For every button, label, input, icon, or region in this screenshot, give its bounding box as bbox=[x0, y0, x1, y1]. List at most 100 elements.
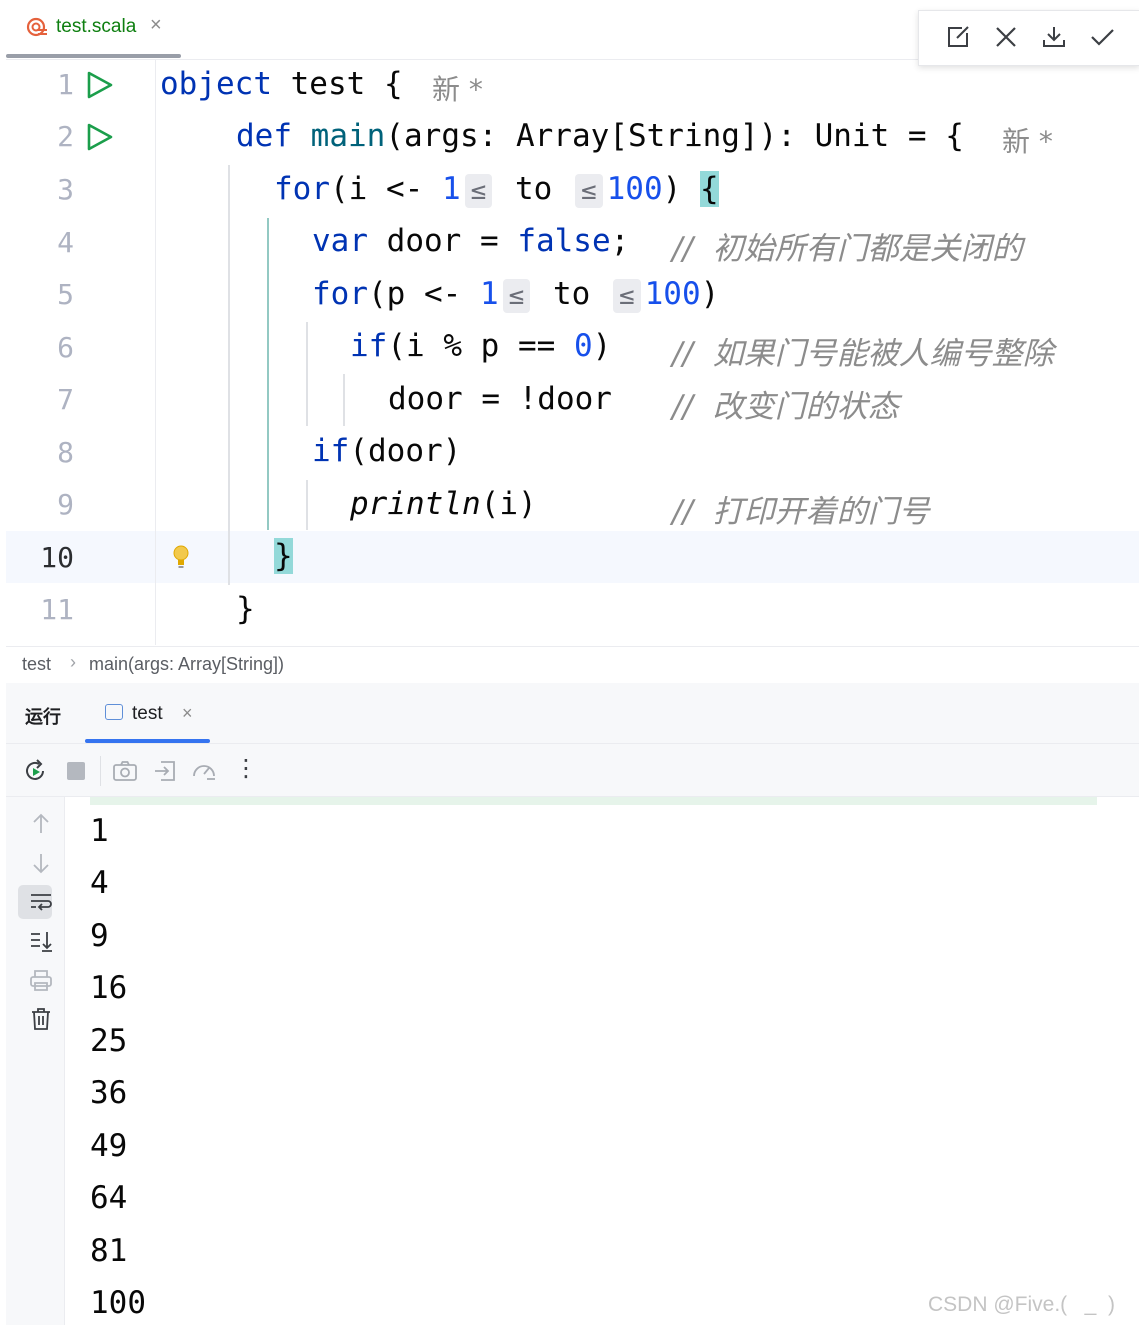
watermark: CSDN @Five.( _ ) bbox=[928, 1293, 1116, 1316]
line-number[interactable]: 4 bbox=[8, 226, 74, 259]
code-line-4[interactable]: var door = false; bbox=[312, 223, 629, 259]
code-line-3[interactable]: for(i <- 1 ≤ to ≤100) { bbox=[274, 171, 719, 208]
code-text: ) bbox=[700, 276, 720, 312]
code-line-6[interactable]: if(i % p == 0) bbox=[350, 328, 611, 364]
code-text: ) bbox=[592, 328, 612, 364]
indent-guide bbox=[228, 165, 230, 585]
line-number[interactable]: 8 bbox=[8, 436, 74, 469]
console-line: 64 bbox=[90, 1180, 128, 1216]
matched-brace: { bbox=[699, 171, 719, 207]
indent-guide bbox=[343, 374, 345, 426]
editor-tab-test-scala[interactable]: test.scala × bbox=[6, 0, 181, 58]
console-line: 25 bbox=[90, 1023, 128, 1059]
breadcrumb-item-main[interactable]: main(args: Array[String]) bbox=[89, 654, 284, 675]
code-line-1[interactable]: object test { bbox=[160, 66, 403, 102]
line-number-active[interactable]: 10 bbox=[8, 541, 74, 574]
run-tab-label: test bbox=[132, 703, 163, 724]
code-comment: // 如果门号能被人编号整除 bbox=[672, 336, 1054, 372]
stop-icon[interactable] bbox=[63, 758, 89, 784]
inlay-hint: ≤ bbox=[574, 174, 603, 208]
code-line-11[interactable]: } bbox=[236, 591, 255, 627]
function-call: println bbox=[350, 486, 481, 522]
code-line-8[interactable]: if(door) bbox=[312, 433, 461, 469]
check-icon[interactable] bbox=[1089, 24, 1115, 50]
code-line-10[interactable]: } bbox=[274, 538, 293, 574]
download-icon[interactable] bbox=[1041, 24, 1067, 50]
keyword: object bbox=[160, 66, 272, 102]
code-line-7[interactable]: door = !door bbox=[388, 381, 612, 417]
rerun-icon[interactable] bbox=[22, 758, 48, 784]
console-side-toolbar bbox=[6, 797, 65, 1325]
code-text: to bbox=[496, 171, 571, 207]
lightbulb-icon[interactable] bbox=[170, 543, 192, 571]
keyword: false bbox=[517, 223, 611, 259]
print-icon[interactable] bbox=[28, 967, 54, 993]
more-icon[interactable]: ⋮ bbox=[234, 754, 258, 782]
code-line-5[interactable]: for(p <- 1 ≤ to ≤100) bbox=[312, 276, 719, 313]
author-inlay-hint[interactable]: 新 * bbox=[1002, 120, 1053, 160]
console-tab-icon bbox=[105, 704, 123, 720]
code-text: (i <- bbox=[330, 171, 442, 207]
console-output[interactable] bbox=[65, 797, 1139, 1325]
code-text: (i) bbox=[480, 486, 537, 522]
run-tab-close-icon[interactable]: × bbox=[182, 703, 193, 724]
keyword: def bbox=[236, 118, 292, 154]
console-line: 4 bbox=[90, 865, 109, 901]
code-line-9[interactable]: println(i) bbox=[350, 486, 537, 522]
console-line: 100 bbox=[90, 1285, 146, 1321]
author-inlay-hint[interactable]: 新 * bbox=[432, 68, 483, 108]
number: 100 bbox=[606, 171, 663, 207]
keyword: if bbox=[350, 328, 388, 364]
trash-icon[interactable] bbox=[28, 1006, 54, 1032]
console-line: 81 bbox=[90, 1233, 128, 1269]
profiler-icon[interactable] bbox=[191, 758, 217, 784]
scroll-to-end-icon[interactable] bbox=[28, 928, 54, 954]
console-status-stripe bbox=[90, 797, 1097, 805]
code-text: to bbox=[534, 276, 609, 312]
tab-active-underline bbox=[6, 54, 181, 58]
up-arrow-icon[interactable] bbox=[28, 811, 54, 837]
number: 0 bbox=[573, 328, 593, 364]
code-line-2[interactable]: def main(args: Array[String]): Unit = { bbox=[236, 118, 964, 154]
run-gutter-icon[interactable] bbox=[85, 122, 115, 152]
code-comment: // 初始所有门都是关闭的 bbox=[672, 231, 1023, 267]
line-number[interactable]: 6 bbox=[8, 331, 74, 364]
number: 1 bbox=[479, 276, 499, 312]
keyword: var bbox=[312, 223, 368, 259]
down-arrow-icon[interactable] bbox=[28, 850, 54, 876]
line-number[interactable]: 7 bbox=[8, 383, 74, 416]
inlay-hint: ≤ bbox=[502, 279, 531, 313]
console-line: 9 bbox=[90, 918, 109, 954]
signature: (args: Array[String]): Unit = { bbox=[385, 118, 964, 154]
tab-close-icon[interactable]: × bbox=[150, 14, 162, 37]
soft-wrap-icon[interactable] bbox=[28, 889, 54, 915]
floating-toolbar bbox=[918, 10, 1139, 66]
run-panel-title: 运行 bbox=[25, 707, 61, 728]
run-gutter-icon[interactable] bbox=[85, 70, 115, 100]
close-icon[interactable] bbox=[993, 24, 1019, 50]
code-text: door = bbox=[368, 223, 518, 259]
indent-guide-active bbox=[267, 218, 269, 530]
code-text: (p <- bbox=[368, 276, 480, 312]
brace: } bbox=[236, 591, 255, 627]
line-number[interactable]: 9 bbox=[8, 488, 74, 521]
line-number[interactable]: 1 bbox=[8, 68, 74, 101]
run-toolbar: ⋮ bbox=[6, 744, 1139, 797]
code-text: (door) bbox=[349, 433, 462, 469]
console-line: 36 bbox=[90, 1075, 128, 1111]
line-number[interactable]: 3 bbox=[8, 173, 74, 206]
keyword: for bbox=[312, 276, 368, 312]
line-number[interactable]: 5 bbox=[8, 278, 74, 311]
breadcrumb-item-test[interactable]: test bbox=[22, 654, 51, 675]
open-in-editor-icon[interactable] bbox=[945, 24, 971, 50]
gutter-divider bbox=[155, 60, 156, 645]
screenshot-icon[interactable] bbox=[112, 758, 138, 784]
editor-tab-label: test.scala bbox=[56, 16, 137, 37]
exit-icon[interactable] bbox=[152, 758, 178, 784]
line-number[interactable]: 11 bbox=[8, 593, 74, 626]
code-text: (i % p == bbox=[387, 328, 574, 364]
line-number[interactable]: 2 bbox=[8, 120, 74, 153]
run-tab-active-underline bbox=[85, 739, 210, 743]
scala-file-icon bbox=[26, 17, 47, 37]
console-line: 1 bbox=[90, 813, 109, 849]
